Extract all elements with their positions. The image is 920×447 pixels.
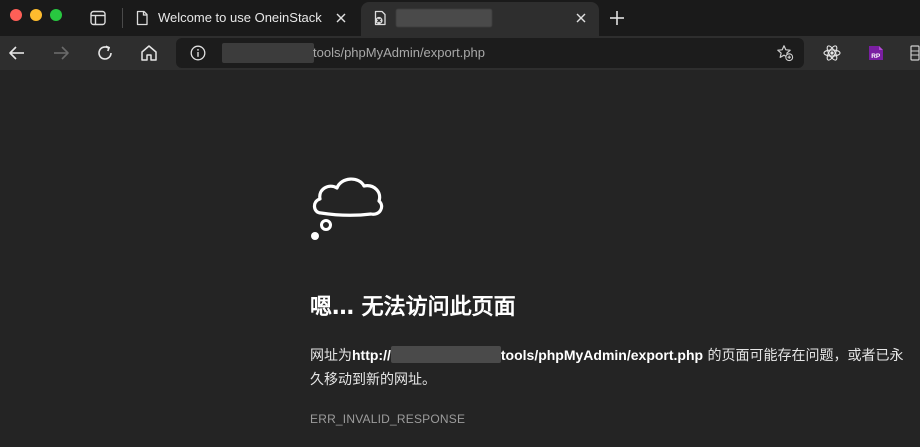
- extension-more-icon[interactable]: [908, 43, 920, 63]
- react-devtools-icon[interactable]: [822, 43, 842, 63]
- refresh-icon[interactable]: [95, 43, 115, 63]
- close-tab-icon[interactable]: [333, 10, 349, 26]
- tab-title: Welcome to use OneinStack: [158, 10, 322, 25]
- navigation-toolbar: tools/phpMyAdmin/export.php RP: [0, 36, 920, 70]
- redacted-tab-title: [396, 9, 492, 27]
- redacted-host: [390, 346, 501, 363]
- add-favorite-icon[interactable]: [776, 44, 794, 62]
- error-page: 嗯… 无法访问此页面 网址为http:// tools/phpMyAdmin/ex…: [0, 70, 920, 447]
- tab-oneinstack[interactable]: Welcome to use OneinStack: [123, 2, 359, 34]
- svg-text:RP: RP: [871, 53, 881, 60]
- home-icon[interactable]: [139, 43, 159, 63]
- new-tab-icon[interactable]: [608, 9, 626, 27]
- forward-arrow-icon[interactable]: [51, 43, 71, 63]
- broken-page-icon: [372, 10, 388, 26]
- close-tab-icon[interactable]: [573, 10, 589, 26]
- page-icon: [134, 10, 150, 26]
- back-arrow-icon[interactable]: [7, 43, 27, 63]
- tab-actions-icon[interactable]: [89, 9, 107, 27]
- error-url-scheme: http://: [352, 347, 391, 363]
- redacted-host: [222, 43, 314, 63]
- close-window-button[interactable]: [10, 9, 22, 21]
- thought-cloud-icon: [307, 168, 387, 244]
- info-icon[interactable]: [190, 45, 206, 61]
- browser-window: Welcome to use OneinStack tools/phpMyAdm…: [0, 0, 920, 447]
- error-description: 网址为http://tools/phpMyAdmin/export.php 的页…: [310, 343, 910, 392]
- address-bar[interactable]: tools/phpMyAdmin/export.php: [176, 38, 804, 68]
- error-heading: 嗯… 无法访问此页面: [310, 295, 516, 320]
- url-path: tools/phpMyAdmin/export.php: [313, 45, 485, 60]
- tab-bar: Welcome to use OneinStack: [0, 0, 920, 36]
- tab-active[interactable]: [361, 2, 599, 36]
- error-url-path: tools/phpMyAdmin/export.php: [500, 347, 704, 363]
- minimize-window-button[interactable]: [30, 9, 42, 21]
- maximize-window-button[interactable]: [50, 9, 62, 21]
- error-code: ERR_INVALID_RESPONSE: [310, 412, 466, 426]
- rp-extension-icon[interactable]: RP: [866, 43, 886, 63]
- desc-prefix: 网址为: [310, 348, 352, 364]
